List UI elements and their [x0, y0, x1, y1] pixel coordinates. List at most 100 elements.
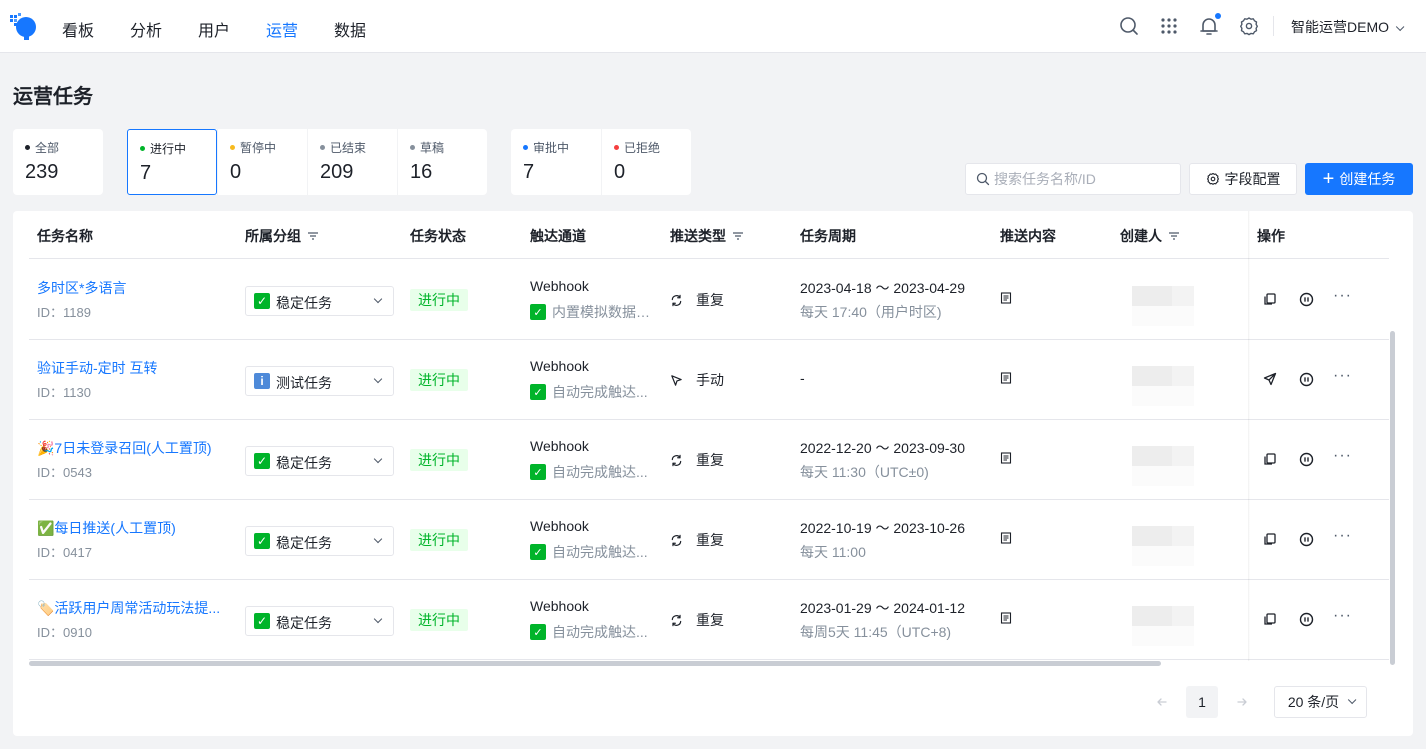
filter-icon[interactable] — [732, 230, 744, 242]
stat-rejected[interactable]: 已拒绝 0 — [601, 129, 691, 195]
document-icon — [1000, 292, 1012, 304]
pause-button[interactable] — [1297, 610, 1315, 628]
filter-icon[interactable] — [307, 230, 319, 242]
pause-button[interactable] — [1297, 370, 1315, 388]
apps-grid-icon[interactable] — [1158, 15, 1180, 37]
header-group[interactable]: 所属分组 — [245, 226, 319, 246]
copy-button[interactable] — [1261, 290, 1279, 308]
stat-paused[interactable]: 暂停中 0 — [217, 129, 307, 195]
period-range: 2022-10-19 ～ 2023-10-26 — [800, 520, 966, 536]
gear-icon — [1206, 172, 1219, 185]
group-select[interactable]: i 测试任务 — [245, 366, 394, 396]
header-creator[interactable]: 创建人 — [1120, 226, 1180, 246]
send-button[interactable] — [1261, 370, 1279, 388]
more-icon[interactable]: ··· — [1333, 447, 1352, 465]
stat-label: 进行中 — [150, 142, 187, 156]
stat-count: 0 — [614, 161, 626, 183]
task-name-link[interactable]: 🏷️活跃用户周常活动玩法提... — [37, 598, 220, 618]
push-content-button[interactable] — [1000, 451, 1012, 467]
task-id: ID：1189 — [37, 305, 91, 320]
channel-sub: ✓ 自动完成触达... — [530, 462, 648, 482]
document-icon — [1000, 532, 1012, 544]
channel-sub: ✓ 内置模拟数据(... — [530, 302, 650, 322]
next-page-button[interactable] — [1227, 687, 1257, 717]
table-row: 🎉7日未登录召回(人工置顶) ID：0543 ✓ 稳定任务 进行中 Webhook ✓ 自动完… — [29, 420, 1389, 500]
check-icon: ✓ — [530, 304, 546, 320]
period-range: 2022-12-20 ～ 2023-09-30 — [800, 440, 966, 456]
push-content-button[interactable] — [1000, 531, 1012, 547]
task-name-link[interactable]: ✅每日推送(人工置顶) — [37, 518, 176, 538]
nav-operations[interactable]: 运营 — [266, 17, 298, 41]
field-config-label: 字段配置 — [1224, 171, 1281, 187]
stat-running[interactable]: 进行中 7 — [127, 129, 217, 195]
table-header: 任务名称 所属分组 任务状态 触达通道 推送类型 任务周期 推送内容 创建人 操… — [29, 211, 1389, 259]
page-number[interactable]: 1 — [1186, 686, 1218, 718]
copy-button[interactable] — [1261, 610, 1279, 628]
group-select[interactable]: ✓ 稳定任务 — [245, 606, 394, 636]
check-icon: ✓ — [530, 464, 546, 480]
check-icon: ✓ — [254, 453, 270, 469]
header-push-type[interactable]: 推送类型 — [670, 226, 744, 246]
chevron-down-icon — [1395, 22, 1405, 32]
push-content-button[interactable] — [1000, 291, 1012, 307]
document-icon — [1000, 372, 1012, 384]
brain-logo-icon[interactable] — [9, 12, 37, 40]
search-icon — [976, 172, 990, 186]
group-label: 稳定任务 — [276, 295, 332, 311]
stat-approving[interactable]: 审批中 7 — [511, 129, 601, 195]
push-content-button[interactable] — [1000, 611, 1012, 627]
stat-dot — [230, 145, 235, 150]
chevron-down-icon — [1348, 695, 1357, 705]
page-size-select[interactable]: 20 条/页 — [1274, 686, 1367, 718]
group-select[interactable]: ✓ 稳定任务 — [245, 286, 394, 316]
field-config-button[interactable]: 字段配置 — [1189, 163, 1297, 195]
task-name-link[interactable]: 验证手动-定时 互转 — [37, 358, 158, 378]
copy-button[interactable] — [1261, 530, 1279, 548]
stat-dot — [320, 145, 325, 150]
org-switcher[interactable]: 智能运营DEMO — [1291, 17, 1405, 37]
more-icon[interactable]: ··· — [1333, 367, 1352, 385]
group-select[interactable]: ✓ 稳定任务 — [245, 446, 394, 476]
header-period: 任务周期 — [800, 228, 856, 244]
horizontal-scrollbar[interactable] — [29, 661, 1161, 666]
stat-all[interactable]: 全部 239 — [13, 129, 103, 195]
stat-group-approval: 审批中 7 已拒绝 0 — [511, 129, 691, 195]
period-schedule: 每天 11:00 — [800, 544, 866, 560]
prev-page-button[interactable] — [1147, 687, 1177, 717]
pause-button[interactable] — [1297, 450, 1315, 468]
stat-count: 7 — [140, 162, 152, 184]
nav-dashboard[interactable]: 看板 — [62, 17, 94, 41]
more-icon[interactable]: ··· — [1333, 287, 1352, 305]
document-icon — [1000, 452, 1012, 464]
group-label: 稳定任务 — [276, 535, 332, 551]
stat-draft[interactable]: 草稿 16 — [397, 129, 487, 195]
stat-ended[interactable]: 已结束 209 — [307, 129, 397, 195]
vertical-scrollbar[interactable] — [1390, 331, 1395, 665]
push-type-label: 重复 — [696, 452, 724, 468]
more-icon[interactable]: ··· — [1333, 607, 1352, 625]
copy-button[interactable] — [1261, 450, 1279, 468]
pause-button[interactable] — [1297, 290, 1315, 308]
nav-users[interactable]: 用户 — [198, 17, 230, 41]
task-name-link[interactable]: 🎉7日未登录召回(人工置顶) — [37, 438, 212, 458]
group-select[interactable]: ✓ 稳定任务 — [245, 526, 394, 556]
channel-name: Webhook — [530, 278, 589, 294]
stat-label: 草稿 — [420, 141, 445, 155]
status-badge: 进行中 — [410, 289, 468, 311]
check-icon: ✓ — [530, 384, 546, 400]
status-badge: 进行中 — [410, 369, 468, 391]
task-name-link[interactable]: 多时区*多语言 — [37, 278, 126, 298]
nav-data[interactable]: 数据 — [334, 17, 366, 41]
search-input[interactable] — [994, 169, 1174, 189]
fixed-column-shadow — [1248, 211, 1250, 661]
pause-button[interactable] — [1297, 530, 1315, 548]
check-icon: ✓ — [254, 613, 270, 629]
create-task-button[interactable]: + 创建任务 — [1305, 163, 1413, 195]
search-icon[interactable] — [1118, 15, 1140, 37]
nav-analysis[interactable]: 分析 — [130, 17, 162, 41]
more-icon[interactable]: ··· — [1333, 527, 1352, 545]
gear-icon[interactable] — [1238, 15, 1260, 37]
push-content-button[interactable] — [1000, 371, 1012, 387]
check-icon: ✓ — [530, 544, 546, 560]
filter-icon[interactable] — [1168, 230, 1180, 242]
